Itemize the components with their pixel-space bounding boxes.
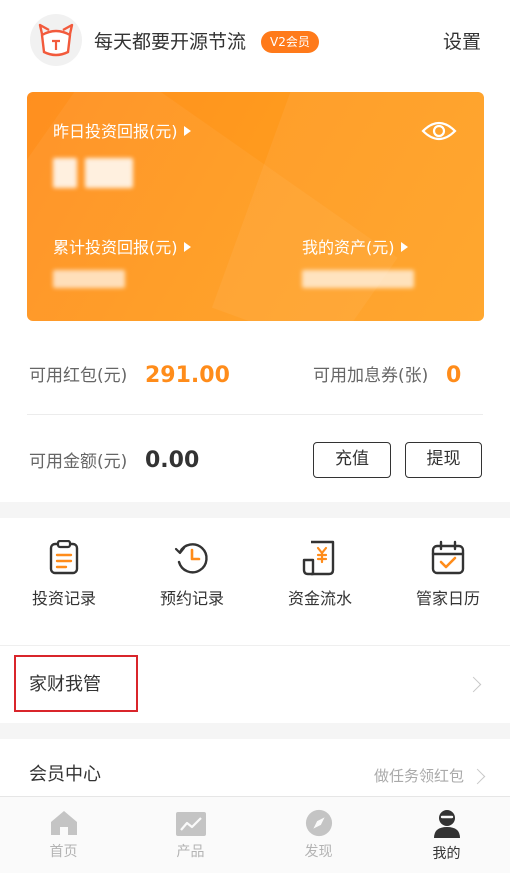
member-center-title: 会员中心 bbox=[29, 764, 101, 785]
yesterday-return-value-masked bbox=[85, 158, 133, 188]
divider bbox=[27, 414, 483, 415]
vip-badge[interactable]: V2会员 bbox=[261, 31, 319, 53]
family-finance-row[interactable]: 家财我管 bbox=[0, 645, 510, 723]
tab-home[interactable]: 首页 bbox=[0, 797, 127, 873]
tab-label: 我的 bbox=[432, 846, 461, 862]
family-finance-label: 家财我管 bbox=[29, 674, 101, 695]
coupon-value[interactable]: 0 bbox=[446, 362, 461, 390]
quick-action-reservation-records[interactable]: 预约记录 bbox=[142, 540, 242, 610]
my-assets-label: 我的资产(元) bbox=[302, 238, 395, 257]
yesterday-return-link[interactable]: 昨日投资回报(元) bbox=[53, 121, 191, 143]
home-icon bbox=[50, 811, 77, 835]
tab-mine[interactable]: 我的 bbox=[383, 797, 510, 873]
cat-avatar-icon bbox=[38, 23, 74, 57]
total-return-label: 累计投资回报(元) bbox=[53, 238, 178, 257]
clock-history-icon bbox=[174, 543, 208, 574]
chevron-right-icon bbox=[469, 768, 486, 785]
section-gap bbox=[0, 502, 510, 518]
tab-label: 产品 bbox=[176, 844, 205, 860]
chart-icon bbox=[175, 812, 206, 836]
section-gap bbox=[0, 723, 510, 739]
yuan-receipt-icon bbox=[302, 540, 335, 576]
recharge-button[interactable]: 充值 bbox=[313, 442, 391, 478]
user-icon bbox=[433, 810, 460, 838]
tab-discover[interactable]: 发现 bbox=[255, 797, 382, 873]
eye-icon[interactable] bbox=[421, 119, 457, 143]
profile-header: 每天都要开源节流 V2会员 设置 bbox=[0, 0, 510, 86]
quick-action-label: 管家日历 bbox=[415, 589, 480, 608]
withdraw-button[interactable]: 提现 bbox=[405, 442, 482, 478]
member-task-link[interactable]: 做任务领红包 bbox=[374, 766, 464, 786]
quick-action-butler-calendar[interactable]: 管家日历 bbox=[398, 540, 498, 610]
asset-card: 昨日投资回报(元) 累计投资回报(元) 我的资产(元) bbox=[27, 92, 484, 321]
my-assets-link[interactable]: 我的资产(元) bbox=[302, 237, 408, 259]
red-packet-value[interactable]: 291.00 bbox=[145, 362, 230, 390]
calendar-check-icon bbox=[431, 540, 465, 575]
triangle-right-icon bbox=[183, 242, 191, 252]
total-return-value-masked bbox=[53, 270, 125, 288]
chevron-right-icon bbox=[465, 676, 482, 693]
tab-bar: 首页 产品 发现 我的 bbox=[0, 796, 510, 873]
available-amount-value: 0.00 bbox=[145, 448, 200, 473]
triangle-right-icon bbox=[400, 242, 408, 252]
quick-action-label: 资金流水 bbox=[287, 589, 352, 608]
settings-link[interactable]: 设置 bbox=[443, 29, 481, 55]
red-packet-label: 可用红包(元) bbox=[29, 366, 128, 386]
compass-icon bbox=[305, 809, 332, 837]
quick-action-label: 投资记录 bbox=[31, 589, 96, 608]
tab-label: 发现 bbox=[304, 844, 333, 860]
my-assets-value-masked bbox=[302, 270, 414, 288]
triangle-right-icon bbox=[183, 126, 191, 136]
coupon-label: 可用加息券(张) bbox=[313, 366, 429, 386]
total-return-link[interactable]: 累计投资回报(元) bbox=[53, 237, 191, 259]
tab-label: 首页 bbox=[49, 844, 78, 860]
quick-action-investment-records[interactable]: 投资记录 bbox=[14, 540, 114, 610]
avatar[interactable] bbox=[30, 14, 82, 66]
tab-products[interactable]: 产品 bbox=[127, 797, 254, 873]
clipboard-icon bbox=[49, 540, 79, 575]
quick-action-fund-flow[interactable]: 资金流水 bbox=[270, 540, 370, 610]
yesterday-return-label: 昨日投资回报(元) bbox=[53, 122, 178, 141]
available-amount-label: 可用金额(元) bbox=[29, 452, 128, 472]
yesterday-return-value-masked bbox=[53, 158, 77, 188]
quick-action-label: 预约记录 bbox=[159, 589, 224, 608]
username: 每天都要开源节流 bbox=[94, 31, 247, 53]
